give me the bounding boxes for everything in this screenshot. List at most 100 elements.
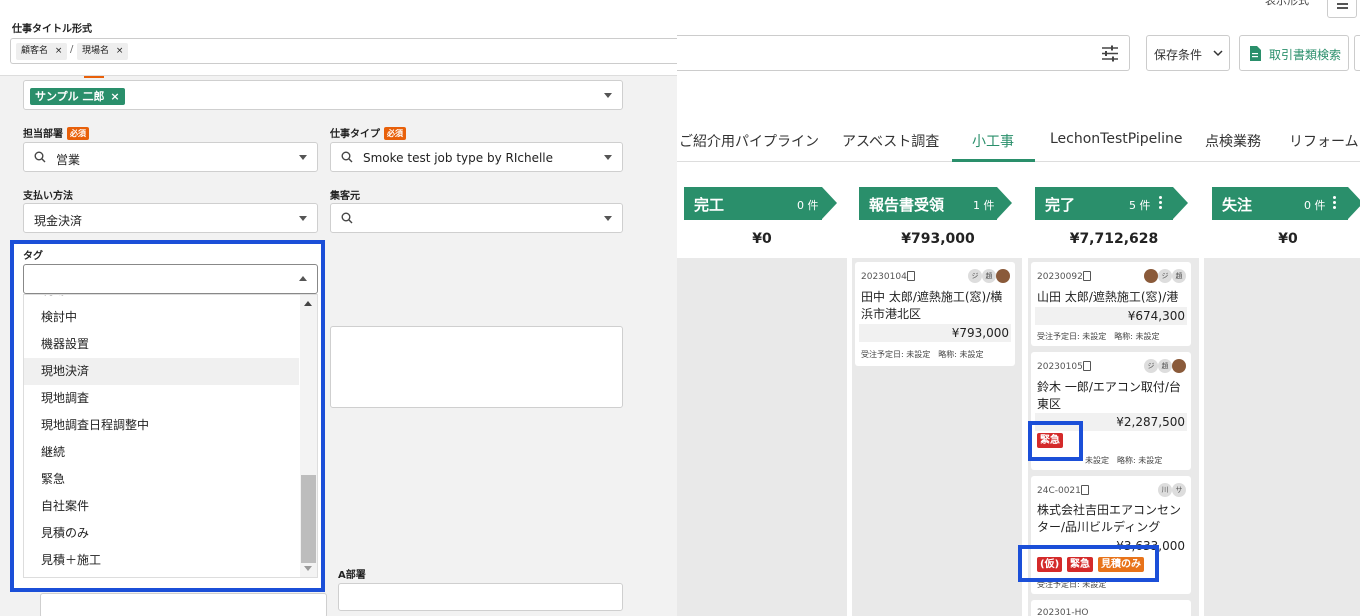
stage-column — [1204, 258, 1360, 616]
saved-conditions-dropdown[interactable]: 保存条件 — [1146, 35, 1230, 71]
more-vert-icon[interactable] — [1159, 196, 1162, 211]
stage-count: 1 件 — [973, 199, 995, 212]
chevron-down-icon — [604, 216, 612, 221]
job-type-select[interactable]: Smoke test job type by RIchelle — [330, 142, 623, 172]
highlight-box — [10, 240, 325, 592]
deal-id: 24C-0021 — [1037, 486, 1081, 496]
highlight-box — [1028, 421, 1083, 461]
docs-search-button[interactable]: 取引書類検索 — [1239, 35, 1349, 71]
list-icon — [1337, 3, 1348, 5]
search-bar[interactable] — [677, 35, 1130, 71]
display-format-label: 表示形式 — [1265, 0, 1309, 7]
deal-id: 20230092 — [1037, 272, 1083, 282]
avatar: サ — [1172, 483, 1186, 497]
avatar: 趙 — [1158, 359, 1172, 373]
staff-select[interactable]: サンプル 二郎 × — [23, 80, 623, 110]
avatar-photo — [1172, 359, 1186, 373]
chevron-down-icon — [1213, 50, 1223, 57]
department-label: 担当部署 必須 — [23, 125, 89, 140]
tab-lechon-test[interactable]: LechonTestPipeline — [1050, 131, 1183, 147]
tab-asbestos[interactable]: アスベスト調査 — [842, 131, 939, 151]
stage-name: 失注 — [1222, 196, 1253, 214]
deal-title: 田中 太郎/遮熱施工(窓)/横浜市港北区 — [861, 290, 1003, 321]
deal-id: 20230105 — [1037, 362, 1083, 372]
copy-icon[interactable] — [1083, 271, 1091, 281]
required-edge — [84, 76, 104, 78]
deal-meta: 受注予定日: 未設定 略称: 未設定 — [1037, 332, 1160, 341]
deal-card[interactable]: 202301-HO — [1031, 600, 1191, 616]
department-select[interactable]: 営業 — [23, 142, 318, 172]
deal-card[interactable]: 20230092 ジ 趙 山田 太郎/遮熱施工(窓)/港区 ¥674,300 受… — [1031, 262, 1191, 346]
chip-customer-name: 顧客名 × — [16, 43, 68, 60]
tab-intro-pipeline[interactable]: ご紹介用パイプライン — [679, 131, 819, 151]
deal-title: 鈴木 一郎/エアコン取付/台東区 — [1037, 380, 1181, 411]
source-select[interactable] — [330, 203, 623, 233]
avatar: ジ — [1144, 359, 1158, 373]
stage-header-done[interactable]: 完了 5 件 — [1035, 187, 1188, 220]
search-icon — [341, 151, 353, 163]
remove-icon[interactable]: × — [116, 46, 124, 56]
highlight-box — [1018, 545, 1159, 582]
chevron-down-icon — [299, 155, 307, 160]
filter-settings-icon[interactable] — [1101, 45, 1119, 62]
staff-chip: サンプル 二郎 × — [30, 88, 125, 105]
stage-header-report-received[interactable]: 報告書受領 1 件 — [859, 187, 1012, 220]
avatar: 川 — [1158, 483, 1172, 497]
document-icon — [1250, 46, 1261, 61]
stage-count: 0 件 — [1304, 199, 1326, 212]
department-value: 営業 — [56, 153, 81, 167]
payment-value: 現金決済 — [34, 214, 83, 228]
avatar: 趙 — [1172, 269, 1186, 283]
chip-separator: / — [70, 44, 74, 55]
chip-site-name: 現場名 × — [77, 43, 129, 60]
title-format-label: 仕事タイトル形式 — [12, 24, 92, 35]
avatar: ジ — [968, 269, 982, 283]
copy-icon[interactable] — [1081, 485, 1089, 495]
tab-inspection[interactable]: 点検業務 — [1205, 131, 1261, 151]
docs-search-label: 取引書類検索 — [1269, 48, 1342, 62]
deal-amount: ¥674,300 — [1127, 309, 1185, 323]
deal-id: 202301-HO — [1037, 608, 1089, 616]
deal-meta: 未設定 略称: 未設定 — [1085, 456, 1163, 465]
more-vert-icon[interactable] — [1333, 196, 1336, 211]
bottom-input[interactable] — [40, 593, 327, 616]
avatar-photo — [1144, 269, 1158, 283]
stage-header-completed-work[interactable]: 完工 0 件 — [684, 187, 837, 220]
view-toggle-button[interactable] — [1327, 0, 1357, 18]
deal-meta: 受注予定日: 未設定 略称: 未設定 — [861, 350, 984, 359]
stage-sum: ¥7,712,628 — [1069, 231, 1159, 247]
stage-count: 5 件 — [1129, 199, 1151, 212]
payment-select[interactable]: 現金決済 — [23, 203, 318, 233]
stage-sum: ¥0 — [752, 231, 772, 247]
deal-title: 株式会社吉田エアコンセンター/品川ビルディング — [1037, 503, 1182, 534]
title-format-input[interactable]: 顧客名 × / 現場名 × — [10, 38, 677, 64]
a-dept-input[interactable] — [338, 583, 623, 611]
remove-icon[interactable]: × — [110, 90, 119, 103]
copy-icon[interactable] — [1083, 361, 1091, 371]
stage-name: 完工 — [694, 196, 725, 214]
search-icon — [341, 212, 353, 224]
job-type-label: 仕事タイプ 必須 — [330, 125, 406, 140]
job-type-value: Smoke test job type by RIchelle — [363, 151, 554, 165]
remove-icon[interactable]: × — [55, 46, 63, 56]
chevron-down-icon — [299, 216, 307, 221]
pipeline-board: 表示形式 保存条件 取引書類検索 ご紹介用パイプライン アスベスト調査 小工事 … — [677, 0, 1360, 616]
stage-column — [677, 258, 847, 616]
deal-amount: ¥793,000 — [951, 326, 1009, 340]
title-format-section: 仕事タイトル形式 顧客名 × / 現場名 × — [0, 0, 677, 76]
source-label: 集客元 — [330, 191, 360, 202]
tab-small-work[interactable]: 小工事 — [972, 131, 1014, 151]
saved-conditions-label: 保存条件 — [1154, 48, 1203, 62]
search-icon — [34, 151, 46, 163]
avatar: ジ — [1158, 269, 1172, 283]
stage-sum: ¥0 — [1278, 231, 1298, 247]
deal-id: 20230104 — [861, 272, 907, 282]
text-area[interactable] — [330, 326, 623, 408]
copy-icon[interactable] — [907, 271, 915, 281]
job-form-panel: 仕事タイトル形式 顧客名 × / 現場名 × サンプル 二郎 × 担当部署 必須 … — [0, 0, 677, 616]
stage-name: 報告書受領 — [869, 196, 945, 214]
next-button-edge[interactable] — [1354, 35, 1360, 71]
deal-card[interactable]: 20230104 ジ 趙 田中 太郎/遮熱施工(窓)/横浜市港北区 ¥793,0… — [855, 262, 1015, 366]
stage-header-lost[interactable]: 失注 0 件 — [1212, 187, 1360, 220]
tab-reform[interactable]: リフォーム — [1289, 131, 1359, 151]
